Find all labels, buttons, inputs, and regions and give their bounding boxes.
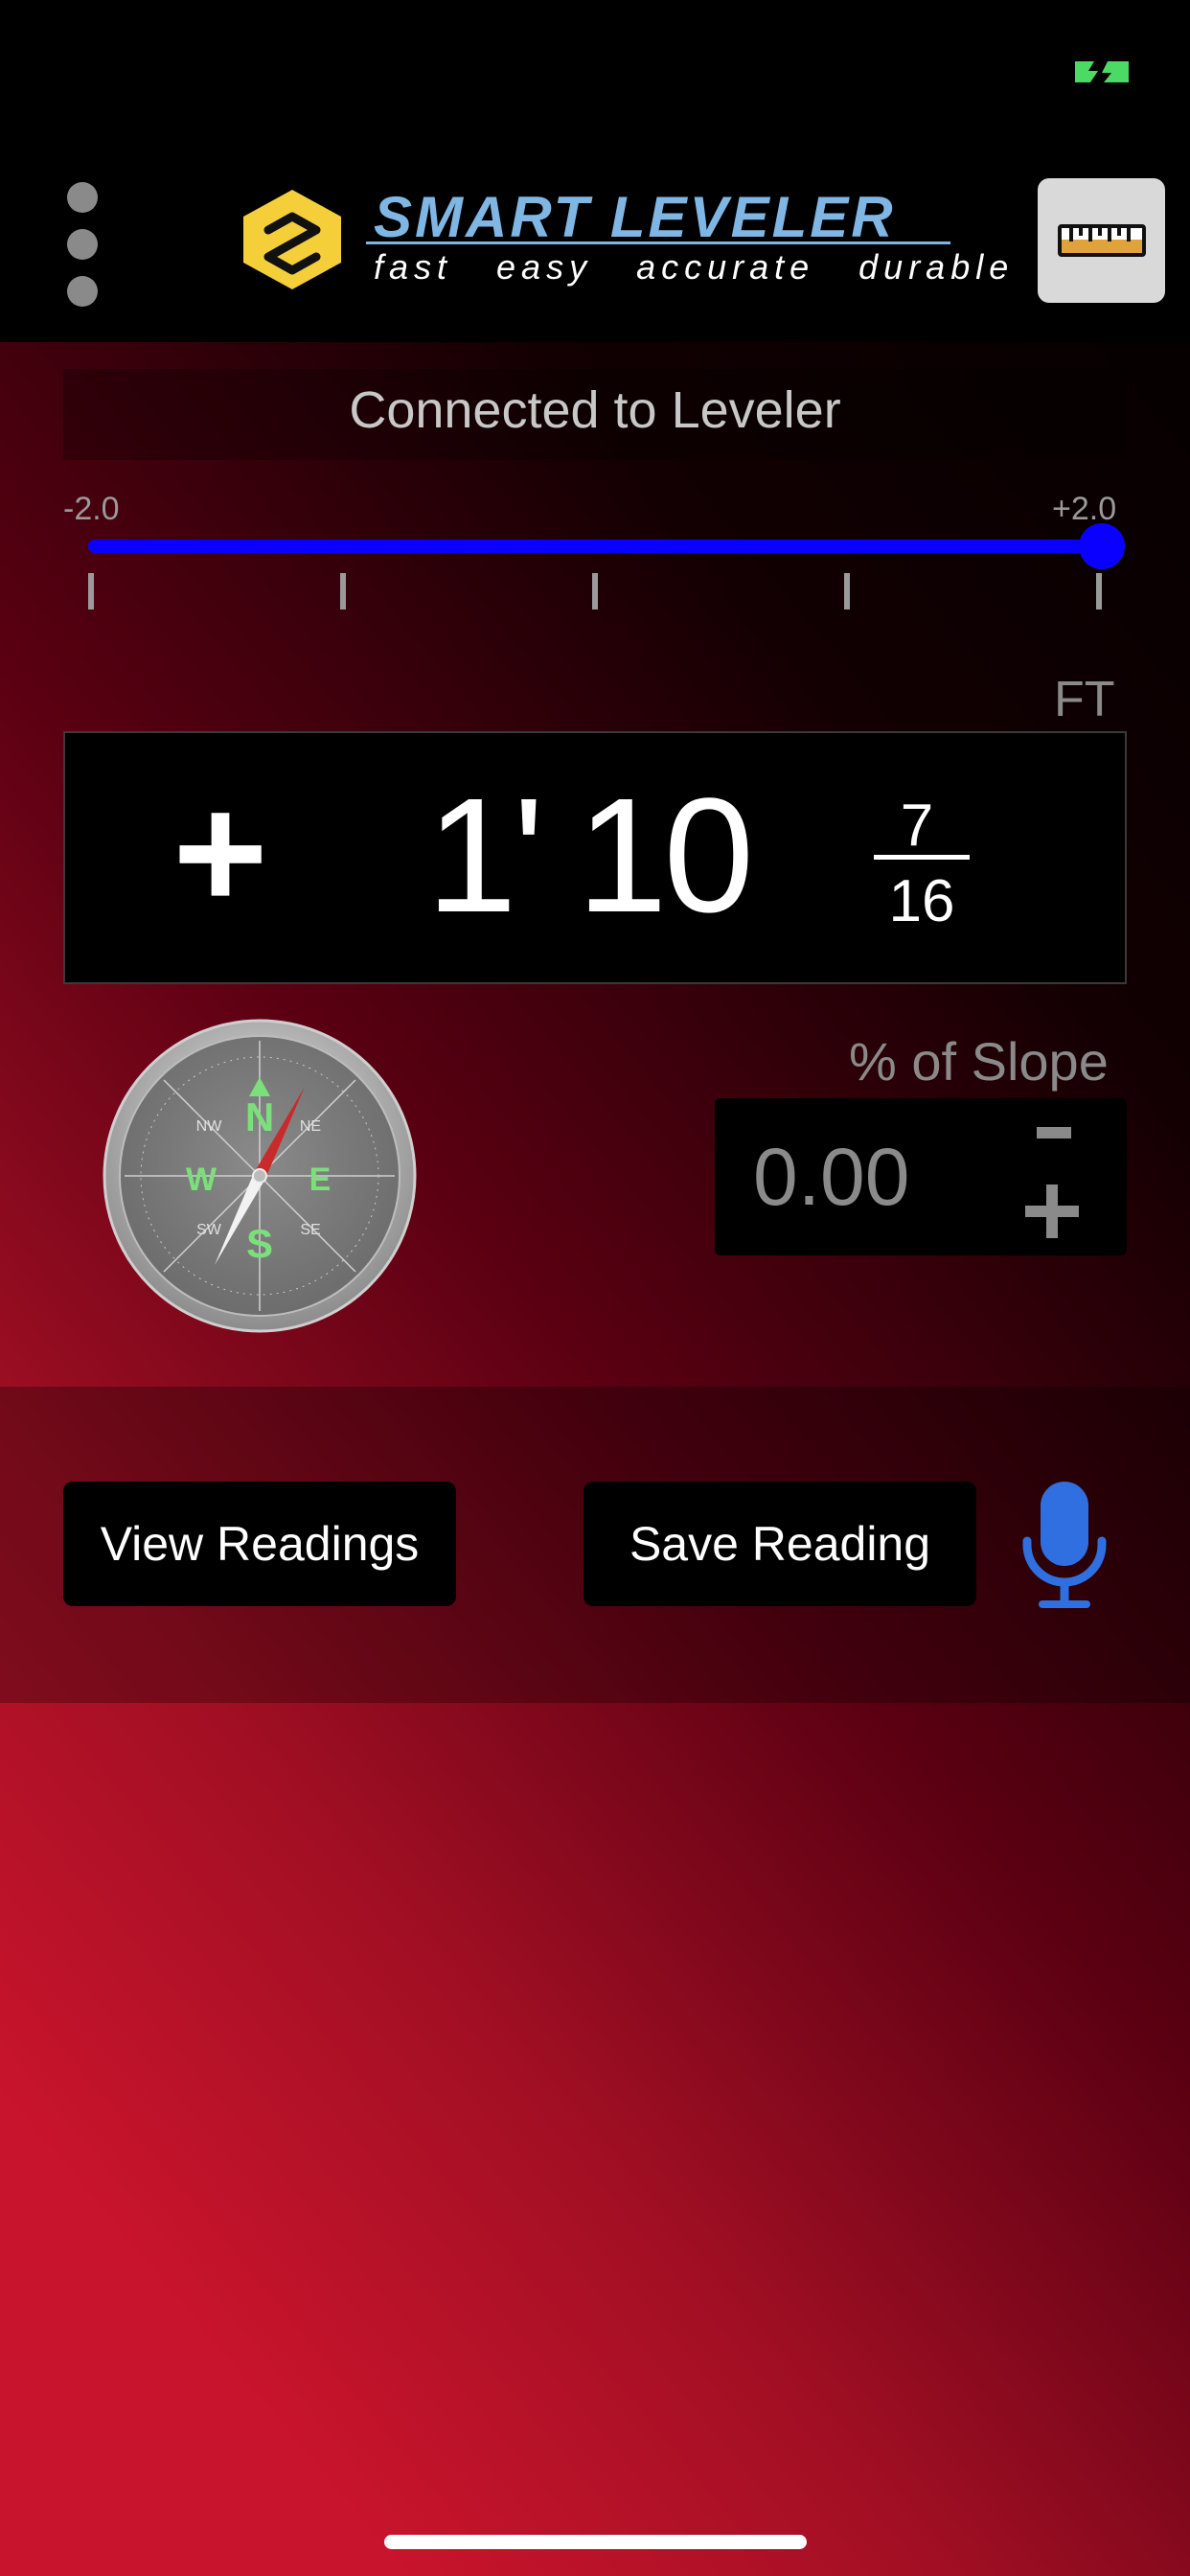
slider-tick	[844, 573, 850, 610]
slider-min-label: -2.0	[63, 491, 120, 527]
ruler-icon	[1057, 224, 1146, 257]
fraction-numerator: 7	[900, 793, 934, 859]
level-slider-track[interactable]	[88, 540, 1104, 553]
brand-divider	[366, 242, 950, 244]
battery-charging-icon	[1075, 61, 1129, 82]
logo-mark-icon	[243, 190, 341, 289]
brand-tagline: fast easy accurate durable	[374, 247, 1015, 287]
slider-tick	[340, 573, 346, 610]
compass-icon: N S E W NE SE SW NW	[103, 1019, 417, 1333]
slope-label: % of Slope	[849, 1031, 1109, 1092]
compass-nw: NW	[196, 1118, 223, 1135]
view-readings-button[interactable]: View Readings	[63, 1482, 456, 1606]
slider-tick	[592, 573, 598, 610]
level-slider-thumb[interactable]	[1079, 523, 1125, 569]
slope-plus-icon-stem[interactable]	[1046, 1184, 1058, 1238]
compass-ne: NE	[300, 1118, 321, 1135]
connection-status: Connected to Leveler	[349, 381, 841, 439]
compass-s: S	[246, 1221, 273, 1266]
home-indicator[interactable]	[384, 2535, 807, 2549]
brand-title: SMART LEVELER	[374, 185, 896, 249]
ruler-button[interactable]	[1038, 178, 1165, 303]
unit-label: FT	[1054, 672, 1115, 727]
compass-e: E	[309, 1162, 332, 1198]
save-reading-button[interactable]: Save Reading	[584, 1482, 976, 1606]
slider-tick	[88, 573, 94, 610]
slope-value: 0.00	[753, 1132, 910, 1222]
compass-sw: SW	[196, 1222, 222, 1238]
slider-max-label: +2.0	[1052, 491, 1117, 527]
slope-minus-icon[interactable]	[1037, 1127, 1071, 1138]
fraction-bar	[874, 855, 970, 860]
measurement-inches: 10	[577, 765, 754, 947]
compass-se: SE	[300, 1222, 320, 1238]
status-bar	[0, 0, 1190, 139]
compass-n: N	[245, 1094, 274, 1139]
compass-w: W	[186, 1162, 217, 1198]
smart-leveler-logo: SMART LEVELER fast easy accurate durable	[240, 182, 1008, 297]
slider-tick	[1096, 573, 1102, 610]
measurement-sign: +	[172, 762, 268, 944]
fraction-denominator: 16	[888, 868, 955, 934]
microphone-icon[interactable]	[1021, 1482, 1108, 1610]
measurement-feet: 1'	[426, 765, 544, 947]
more-vertical-icon[interactable]	[59, 182, 105, 307]
